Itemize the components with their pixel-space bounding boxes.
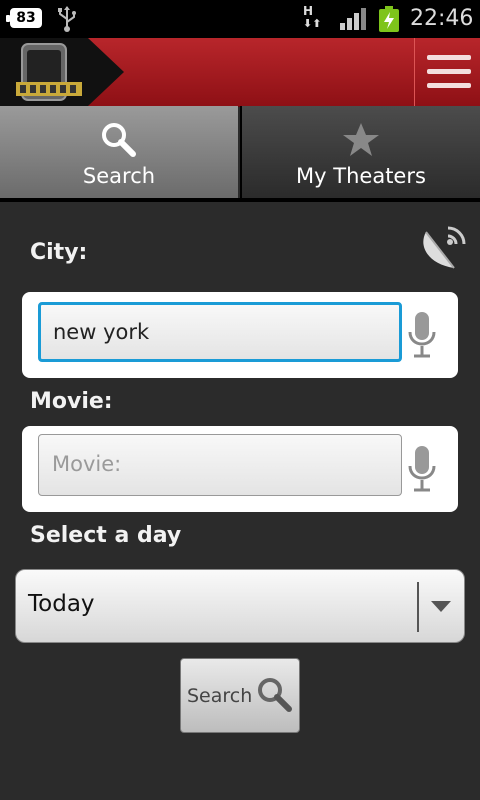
tab-my-theaters[interactable]: My Theaters xyxy=(240,106,480,200)
status-bar: 83 H ⬇⬆ 22:46 xyxy=(0,0,480,38)
menu-bar xyxy=(427,69,471,74)
chevron-down-icon xyxy=(431,601,451,612)
signal-strength-icon xyxy=(340,8,366,30)
tab-label: My Theaters xyxy=(296,164,426,188)
search-icon xyxy=(258,678,292,712)
tab-bar: Search My Theaters xyxy=(0,106,480,200)
app-header xyxy=(0,38,480,107)
network-type-indicator: H ⬇⬆ xyxy=(303,5,327,33)
search-button-label: Search xyxy=(187,685,253,707)
app-logo xyxy=(0,38,124,106)
microphone-icon[interactable] xyxy=(406,308,438,362)
menu-bar xyxy=(427,83,471,88)
city-label: City: xyxy=(30,240,88,265)
microphone-icon[interactable] xyxy=(406,442,438,496)
search-icon xyxy=(102,123,136,157)
city-field-container: new york xyxy=(22,292,458,378)
search-button[interactable]: Search xyxy=(180,658,300,733)
star-icon xyxy=(343,123,379,156)
charging-battery-icon xyxy=(379,6,399,32)
day-label: Select a day xyxy=(30,523,182,548)
menu-button[interactable] xyxy=(414,38,480,106)
tab-divider xyxy=(0,198,480,202)
movie-label: Movie: xyxy=(30,389,113,414)
menu-bar xyxy=(427,55,471,60)
movie-input[interactable]: Movie: xyxy=(38,434,402,496)
data-activity-icon: ⬇⬆ xyxy=(303,17,322,30)
day-select[interactable]: Today xyxy=(15,569,465,643)
movie-field-container: Movie: xyxy=(22,426,458,512)
clock: 22:46 xyxy=(410,6,474,31)
network-type-label: H xyxy=(303,4,314,18)
usb-icon xyxy=(58,6,76,32)
select-divider xyxy=(417,582,419,632)
tab-search[interactable]: Search xyxy=(0,106,238,200)
battery-indicator: 83 xyxy=(6,8,42,28)
tab-label: Search xyxy=(82,164,156,188)
city-input[interactable]: new york xyxy=(38,302,402,362)
location-icon[interactable] xyxy=(418,222,466,270)
day-select-value: Today xyxy=(28,591,95,617)
